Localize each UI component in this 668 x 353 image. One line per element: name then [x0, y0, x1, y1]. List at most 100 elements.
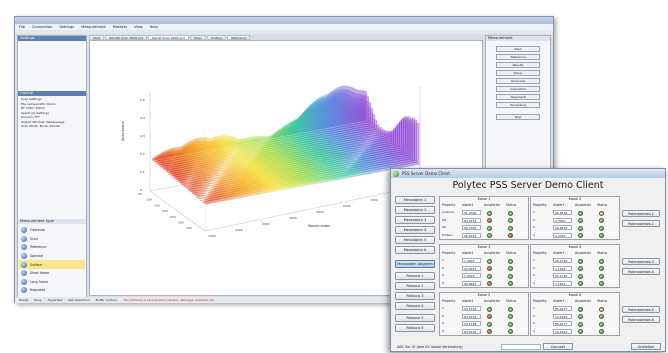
kanal-panel: Kanal 2 Property Istwert Auswerter Status 1 90…: [530, 196, 620, 240]
kanal-row: 1 1.4524: [440, 257, 528, 264]
measurement-type-item[interactable]: Overview: [19, 226, 85, 235]
acquisition-button[interactable]: Acquisition: [496, 86, 540, 92]
istwert-field[interactable]: 96.2453: [462, 232, 481, 238]
istwert-field[interactable]: 2.3050: [553, 232, 572, 238]
istwert-field[interactable]: 90.8647: [462, 265, 481, 271]
processing-button[interactable]: Processing: [496, 102, 540, 108]
istwert-field[interactable]: 85.2277: [553, 321, 572, 326]
messdaten-5-button[interactable]: Messdaten 5: [395, 236, 435, 244]
measurement-type-item-selected[interactable]: Surface: [19, 260, 85, 269]
istwert-field[interactable]: 14.2925: [553, 313, 572, 319]
status-led-icon: [508, 273, 513, 279]
relais-3-button[interactable]: Relasco 3: [395, 292, 435, 300]
start-button[interactable]: Start: [496, 46, 540, 52]
pss-window-titlebar[interactable]: PSS Server Demo Client: [391, 169, 665, 178]
depth-axis-ticks: 50 100150200250300350: [138, 192, 192, 230]
potenzial-4-button[interactable]: Potenzialmes 4: [622, 268, 660, 275]
istwert-field[interactable]: 54.1158: [462, 321, 481, 326]
column-header: Status: [597, 203, 608, 207]
auswerter-led-icon: [487, 329, 492, 334]
istwert-field[interactable]: 1.1642: [553, 280, 572, 286]
relais-2-button[interactable]: Relasco 2: [395, 282, 435, 290]
istwert-field[interactable]: 95.2746: [553, 273, 572, 278]
stop-button[interactable]: Stop: [496, 114, 540, 120]
istwert-field[interactable]: 90.8647: [462, 280, 481, 286]
connect-button[interactable]: Connect: [543, 343, 573, 350]
column-header: Istwert: [462, 251, 473, 255]
potenzial-5-button[interactable]: Potenzialmes 5: [622, 306, 660, 313]
messdaten-6-button[interactable]: Messdaten 6: [395, 246, 435, 254]
istwert-field[interactable]: 1.4524: [462, 258, 481, 263]
istwert-field[interactable]: 83.5225: [462, 328, 481, 334]
alignment-button[interactable]: Alignment: [496, 94, 540, 100]
property-label: 3: [533, 273, 535, 277]
overview-button[interactable]: Overview: [496, 78, 540, 84]
relais-4-button[interactable]: Relasco 4: [395, 302, 435, 310]
istwert-field[interactable]: 14.2925: [553, 328, 572, 334]
messdaten-4-button[interactable]: Messdaten 4: [395, 226, 435, 234]
main-window-titlebar[interactable]: [15, 17, 553, 24]
kanal-row: 1 95.2746: [531, 257, 619, 264]
istwert-field[interactable]: 90.8534: [553, 225, 572, 230]
menu-help[interactable]: Help: [150, 25, 158, 29]
measurement-type-item[interactable]: Spectral: [19, 252, 85, 261]
istwert-field[interactable]: 2.3050: [553, 217, 572, 223]
menu-measurement[interactable]: Measurement: [81, 25, 106, 29]
status-led-icon: [599, 314, 604, 319]
potenzial-1-button[interactable]: Potenzialmes 1: [622, 210, 660, 217]
kanal-row: 4 83.5225: [440, 328, 528, 335]
status-led-icon: [599, 306, 604, 312]
auswerter-led-icon: [578, 210, 583, 216]
close-button[interactable]: Schließen: [631, 343, 661, 350]
messdaten-abgreen-button[interactable]: Messdaten Abgreen: [395, 260, 435, 268]
messdaten-3-button[interactable]: Messdaten 3: [395, 216, 435, 224]
menu-file[interactable]: File: [19, 25, 25, 29]
column-header: Property: [442, 251, 456, 255]
istwert-field[interactable]: 90.2359: [462, 225, 481, 230]
ip-address-input[interactable]: [501, 344, 541, 350]
column-header: Property: [533, 299, 547, 303]
measurement-type-item[interactable]: Scan: [19, 235, 85, 244]
relais-6-button[interactable]: Relasco 6: [395, 324, 435, 332]
settings-panel-header[interactable]: Settings: [18, 36, 86, 41]
measurement-type-item[interactable]: Regnated: [19, 286, 85, 295]
column-header: Istwert: [553, 203, 564, 207]
measurement-type-item[interactable]: Reference: [19, 243, 85, 252]
reference-button[interactable]: Reference: [496, 54, 540, 60]
status-led-icon: [599, 266, 604, 271]
measurement-type-item[interactable]: Short frame: [19, 269, 85, 278]
results-button[interactable]: Results: [496, 62, 540, 68]
menu-markers[interactable]: Markers: [113, 25, 127, 29]
auswerter-led-icon: [578, 314, 583, 319]
potenzial-2-button[interactable]: Potenzialmes 2: [622, 220, 660, 227]
relais-1-button[interactable]: Relasco 1: [395, 272, 435, 280]
menu-view[interactable]: View: [134, 25, 143, 29]
istwert-field[interactable]: 90.8534: [553, 210, 572, 215]
status-selections: Get selections: [68, 298, 90, 302]
globe-icon: [21, 270, 27, 277]
relais-5-button[interactable]: Relasco 5: [395, 314, 435, 322]
property-label: Fat: [442, 217, 447, 222]
menu-connection[interactable]: Connection: [32, 25, 52, 29]
istwert-field[interactable]: 1.4524: [462, 273, 481, 278]
auswerter-led-icon: [487, 306, 492, 312]
measurement-type-item[interactable]: Long frame: [19, 278, 85, 287]
status-led-icon: [599, 233, 604, 238]
potenzial-6-button[interactable]: Potenzialmes 6: [622, 316, 660, 323]
x-tick-label: 1000: [208, 234, 216, 238]
measurement-panel-header: Measurement: [486, 36, 550, 41]
setup-button[interactable]: Setup: [496, 70, 540, 76]
potenzial-3-button[interactable]: Potenzialmes 3: [622, 258, 660, 265]
istwert-field[interactable]: 95.2746: [553, 258, 572, 263]
outline-panel-header[interactable]: Outline: [18, 91, 86, 96]
istwert-field[interactable]: 91.2350: [462, 210, 481, 215]
istwert-field[interactable]: 84.2453: [462, 217, 481, 223]
istwert-field[interactable]: 83.5225: [462, 313, 481, 319]
messdaten-2-button[interactable]: Messdaten 2: [395, 206, 435, 214]
istwert-field[interactable]: 85.2277: [553, 306, 572, 311]
istwert-field[interactable]: 1.1642: [553, 265, 572, 271]
istwert-field[interactable]: 54.1158: [462, 306, 481, 311]
kanal-column-headers: Property Istwert Auswerter Status: [531, 202, 619, 208]
menu-settings[interactable]: Settings: [59, 25, 74, 29]
messdaten-1-button[interactable]: Messdaten 1: [395, 196, 435, 204]
